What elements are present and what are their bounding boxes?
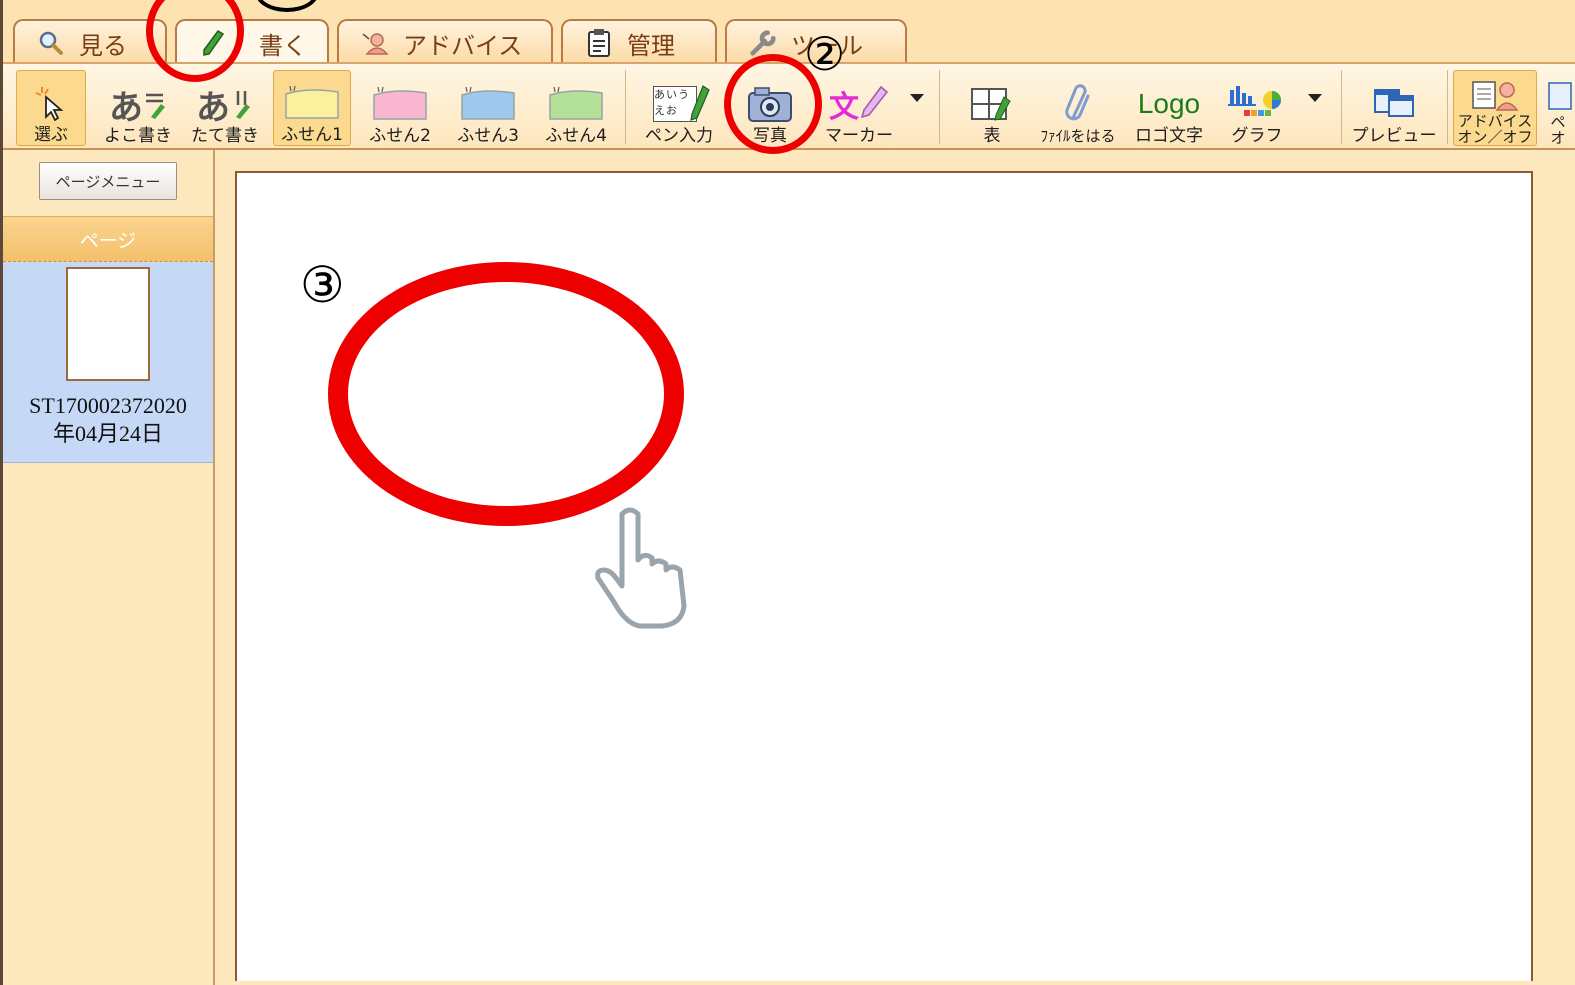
vertical-text-label: たて書き xyxy=(191,126,259,146)
sticky-note-3-button[interactable]: ふせん3 xyxy=(449,70,527,146)
graph-icon xyxy=(1222,82,1292,126)
page-thumbnail[interactable] xyxy=(66,267,150,381)
page-toggle-icon xyxy=(1543,78,1573,114)
graph-dropdown-arrow[interactable] xyxy=(1308,94,1322,102)
table-label: 表 xyxy=(983,126,1001,146)
tab-view-label: 見る xyxy=(79,31,127,60)
marker-label: マーカー xyxy=(825,126,893,146)
toolbar-separator xyxy=(1341,70,1342,144)
magnifier-icon xyxy=(37,29,65,57)
page-sidebar: ページメニュー ページ ST170002372020 年04月24日 xyxy=(3,150,215,985)
tab-manage[interactable]: 管理 xyxy=(561,19,717,65)
tab-advice-label: アドバイス xyxy=(403,31,523,60)
sticky-note-3-label: ふせん3 xyxy=(457,126,519,146)
cursor-icon xyxy=(34,81,68,125)
logo-text-button[interactable]: Logo ロゴ文字 xyxy=(1127,70,1211,146)
sticky-note-blue-icon xyxy=(458,82,518,126)
sticky-note-pink-icon xyxy=(370,82,430,126)
sticky-note-1-button[interactable]: ふせん1 xyxy=(273,70,351,146)
advice-toggle-button[interactable]: アドバイス オン／オフ xyxy=(1453,70,1537,146)
sticky-note-2-button[interactable]: ふせん2 xyxy=(361,70,439,146)
sticky-note-green-icon xyxy=(546,82,606,126)
toolbar-separator xyxy=(625,70,626,144)
pen-input-label: ペン入力 xyxy=(645,126,713,146)
preview-button[interactable]: プレビュー xyxy=(1349,70,1439,146)
pen-input-icon: あいうえお xyxy=(645,82,713,126)
sticky-note-2-label: ふせん2 xyxy=(369,126,431,146)
vertical-text-icon: あ xyxy=(196,82,254,128)
table-button[interactable]: 表 xyxy=(953,70,1031,146)
sticky-note-yellow-icon xyxy=(282,81,342,125)
annotation-step-3: ③ xyxy=(300,256,345,314)
preview-icon xyxy=(1369,82,1419,126)
page-list-item[interactable]: ST170002372020 年04月24日 xyxy=(3,262,213,463)
annotation-ring-canvas xyxy=(328,262,684,526)
window-frame-left xyxy=(0,0,3,985)
tab-write-label: 書く xyxy=(259,31,307,60)
attach-file-button[interactable]: ﾌｧｲﾙをはる xyxy=(1033,70,1123,146)
clipboard-icon xyxy=(585,29,613,57)
annotation-step-2: ② xyxy=(804,27,846,81)
tab-advice[interactable]: アドバイス xyxy=(337,19,553,65)
wrench-icon xyxy=(749,29,777,57)
tab-view[interactable]: 見る xyxy=(13,19,167,65)
logo-text-label: ロゴ文字 xyxy=(1135,126,1203,146)
horizontal-text-icon: あ xyxy=(109,82,167,128)
page-list-header: ページ xyxy=(3,216,213,262)
page-toggle-button[interactable]: ペオ xyxy=(1543,70,1573,146)
page-menu-button[interactable]: ページメニュー xyxy=(39,162,177,200)
graph-button[interactable]: グラフ xyxy=(1215,70,1299,146)
sticky-note-1-label: ふせん1 xyxy=(281,125,343,145)
sticky-note-4-button[interactable]: ふせん4 xyxy=(537,70,615,146)
marker-icon: 文 xyxy=(829,82,889,126)
editor-area xyxy=(215,150,1575,985)
page-toggle-label: ペオ xyxy=(1550,113,1566,146)
advice-toggle-label: アドバイス オン／オフ xyxy=(1457,112,1533,146)
logo-text-icon: Logo xyxy=(1137,88,1201,119)
marker-dropdown-arrow[interactable] xyxy=(910,94,924,102)
horizontal-text-label: よこ書き xyxy=(104,126,172,146)
page-title: ST170002372020 年04月24日 xyxy=(29,393,187,446)
preview-label: プレビュー xyxy=(1351,126,1437,146)
horizontal-text-button[interactable]: あ よこ書き xyxy=(95,70,181,147)
advisor-icon xyxy=(361,29,389,57)
sticky-note-4-label: ふせん4 xyxy=(545,126,607,146)
toolbar-separator xyxy=(1447,70,1448,144)
select-tool-button[interactable]: 選ぶ xyxy=(16,70,86,146)
select-tool-label: 選ぶ xyxy=(34,125,68,145)
paperclip-icon xyxy=(1063,82,1093,126)
attach-file-label: ﾌｧｲﾙをはる xyxy=(1040,127,1116,145)
hand-pointer-icon xyxy=(592,506,696,636)
graph-label: グラフ xyxy=(1231,126,1283,146)
pen-input-button[interactable]: あいうえお ペン入力 xyxy=(637,70,721,146)
advice-toggle-icon xyxy=(1467,77,1523,113)
table-icon xyxy=(968,82,1016,126)
tab-manage-label: 管理 xyxy=(627,31,675,60)
toolbar-separator xyxy=(939,70,940,144)
